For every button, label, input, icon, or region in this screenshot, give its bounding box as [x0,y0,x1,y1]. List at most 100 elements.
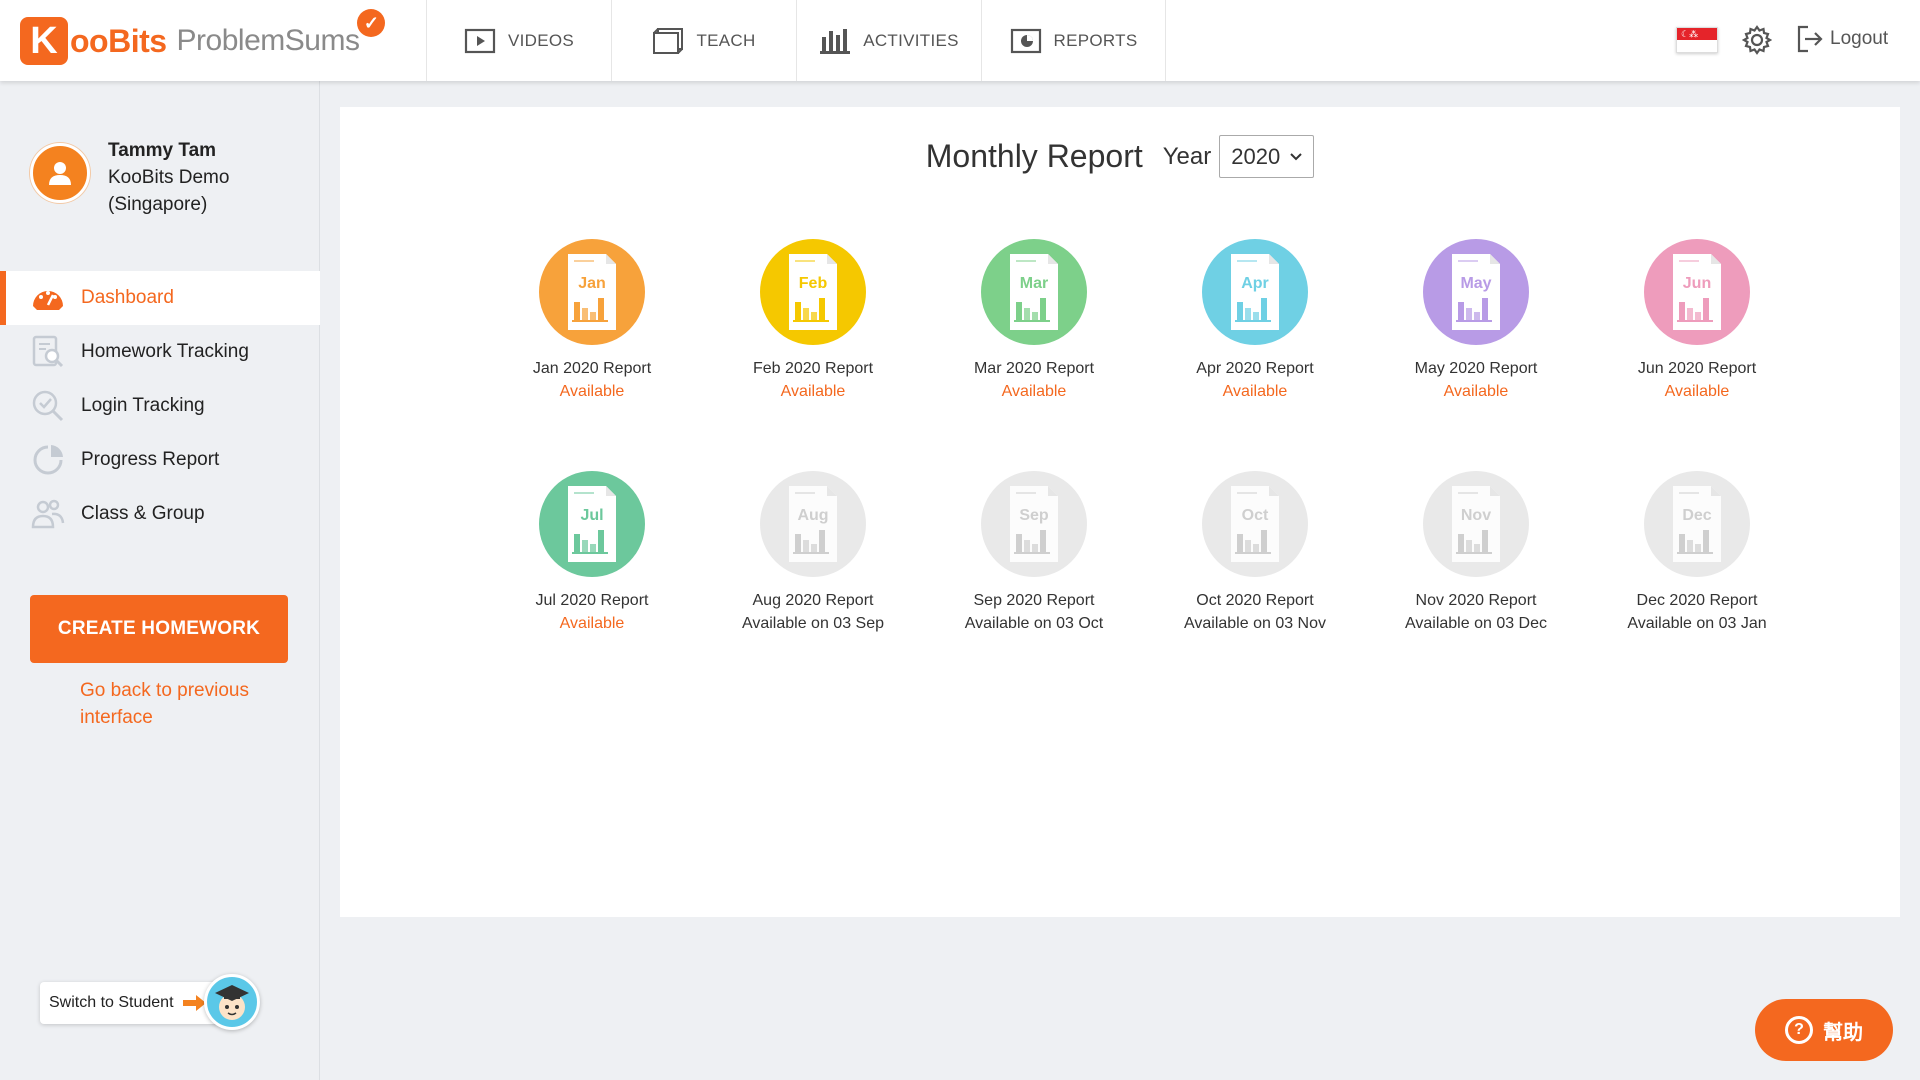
report-card-jun[interactable]: Jun Jun 2020 Report Available [1597,239,1797,403]
sidebar-item-class-group[interactable]: Class & Group [0,487,320,541]
checkmark-badge-icon: ✓ [357,9,386,37]
report-card-jul[interactable]: Jul Jul 2020 Report Available [492,471,692,635]
help-label: 幫助 [1823,1021,1863,1044]
create-homework-button[interactable]: CREATE HOMEWORK [30,595,288,663]
monthly-report-panel: Monthly Report Year 2020 Jan Jan 2020 Rep… [340,107,1900,917]
report-status: Available on 03 Sep [741,615,885,632]
logo-product-text: ProblemSums [176,24,360,57]
report-status: Available on 03 Dec [1404,615,1548,632]
report-name: Jan 2020 Report [532,360,652,377]
school-name-line1: KooBits Demo [108,167,230,188]
report-status: Available on 03 Jan [1627,615,1767,632]
year-select-value: 2020 [1231,143,1281,169]
video-icon [464,28,496,53]
progress-report-icon [33,445,63,475]
logout-icon [1797,25,1823,53]
report-month-icon: Jan [539,239,645,345]
nav-reports[interactable]: REPORTS [981,0,1166,81]
nav-activities[interactable]: ACTIVITIES [796,0,981,81]
report-card-jan[interactable]: Jan Jan 2020 Report Available [492,239,692,403]
report-card-nov: Nov Nov 2020 Report Available on 03 Dec [1376,471,1576,635]
switch-to-student-label: Switch to Student [49,994,174,1011]
report-name: Apr 2020 Report [1196,360,1314,377]
report-month-label: Jan [578,275,606,292]
report-status: Available [559,383,625,400]
report-month-icon: May [1423,239,1529,345]
top-bar: K ooBits ProblemSums ✓ VIDEOS TEACH ACTI… [0,0,1920,81]
help-button[interactable]: ? 幫助 [1755,999,1893,1061]
login-tracking-icon [32,390,64,422]
reports-icon [1010,28,1041,53]
report-status: Available on 03 Nov [1183,615,1327,632]
sidebar-menu: Dashboard Homework Tracking Login Tracki… [0,271,320,541]
singapore-flag-icon[interactable]: ☾⁂ [1676,27,1718,53]
user-name: Tammy Tam [108,140,217,161]
dashboard-icon [33,291,63,310]
report-month-icon: Dec [1644,471,1750,577]
logo-k-mark: K [20,17,68,65]
report-month-label: Aug [797,507,828,524]
nav-teach[interactable]: TEACH [611,0,796,81]
report-name: Nov 2020 Report [1415,592,1537,609]
school-name-line2: (Singapore) [108,194,208,215]
report-name: Feb 2020 Report [752,360,874,377]
report-card-may[interactable]: May May 2020 Report Available [1376,239,1576,403]
nav-reports-label: REPORTS [1053,30,1138,50]
sidebar-item-homework-tracking[interactable]: Homework Tracking [0,325,320,379]
sidebar-item-label: Homework Tracking [81,341,249,362]
report-month-label: Mar [1020,275,1048,292]
report-month-label: Feb [799,275,828,292]
gear-icon[interactable] [1742,25,1772,55]
report-name: Sep 2020 Report [973,592,1095,609]
report-status: Available [1001,383,1067,400]
report-name: Dec 2020 Report [1636,592,1758,609]
user-icon [49,162,71,185]
user-profile: Tammy Tam KooBits Demo (Singapore) [30,140,230,218]
chevron-down-icon [1290,152,1302,160]
report-month-label: Jul [580,507,603,524]
report-card-aug: Aug Aug 2020 Report Available on 03 Sep [713,471,913,635]
report-month-icon: Oct [1202,471,1308,577]
report-card-feb[interactable]: Feb Feb 2020 Report Available [713,239,913,403]
sidebar-item-progress-report[interactable]: Progress Report [0,433,320,487]
year-select[interactable]: 2020 [1219,135,1315,178]
main-nav: VIDEOS TEACH ACTIVITIES REPORTS [426,0,1166,81]
nav-videos-label: VIDEOS [507,30,575,50]
student-avatar-icon[interactable] [204,974,260,1030]
report-status: Available [1443,383,1509,400]
report-name: Oct 2020 Report [1196,592,1314,609]
sidebar-item-login-tracking[interactable]: Login Tracking [0,379,320,433]
report-month-icon: Mar [981,239,1087,345]
report-card-apr[interactable]: Apr Apr 2020 Report Available [1155,239,1355,403]
report-status: Available [1664,383,1730,400]
report-month-icon: Sep [981,471,1087,577]
report-month-label: Jun [1683,275,1711,292]
page-title: Monthly Report [925,138,1143,174]
report-header: Monthly Report Year 2020 [340,135,1900,178]
homework-tracking-icon [32,335,64,368]
report-month-label: May [1460,275,1491,292]
report-status: Available [559,615,625,632]
logout-button[interactable]: Logout [1796,24,1888,54]
report-name: Aug 2020 Report [752,592,874,609]
nav-activities-label: ACTIVITIES [863,30,959,50]
report-card-dec: Dec Dec 2020 Report Available on 03 Jan [1597,471,1797,635]
report-month-label: Oct [1242,507,1269,524]
report-month-label: Dec [1682,507,1711,524]
sidebar-item-dashboard[interactable]: Dashboard [0,271,320,325]
report-month-icon: Nov [1423,471,1529,577]
logout-label: Logout [1830,28,1889,49]
question-icon: ? [1785,1016,1813,1044]
logo-koobits-text: ooBits [70,22,167,59]
go-back-link[interactable]: Go back to previous interface [80,677,270,731]
report-month-label: Apr [1241,275,1269,292]
nav-videos[interactable]: VIDEOS [426,0,611,81]
report-card-oct: Oct Oct 2020 Report Available on 03 Nov [1155,471,1355,635]
report-card-mar[interactable]: Mar Mar 2020 Report Available [934,239,1134,403]
report-name: Mar 2020 Report [973,360,1095,377]
sidebar: Tammy Tam KooBits Demo (Singapore) Dashb… [0,81,320,1080]
koobits-logo[interactable]: K ooBits ProblemSums ✓ [20,9,387,68]
report-month-icon: Jul [539,471,645,577]
teach-icon [653,27,684,54]
report-month-icon: Feb [760,239,866,345]
